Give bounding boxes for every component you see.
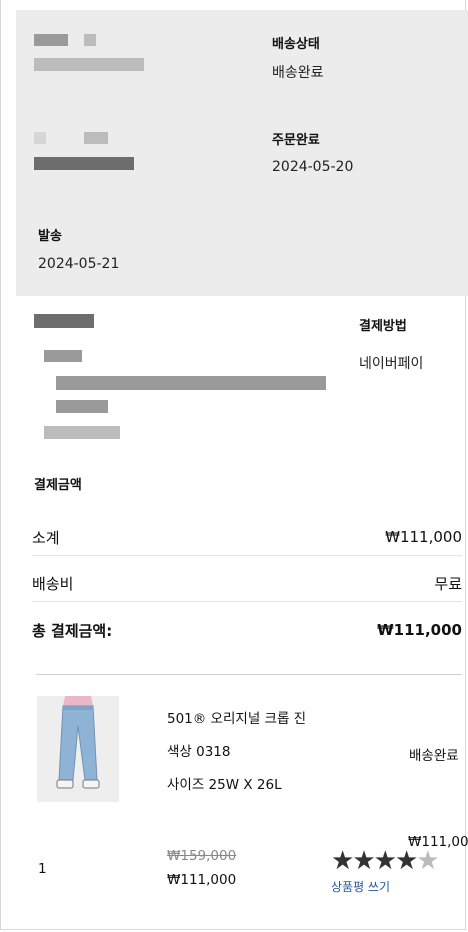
original-price: ₩159,000 <box>167 848 237 864</box>
sale-price: ₩111,000 <box>167 872 237 888</box>
subtotal-row: 소계 ₩111,000 <box>32 514 462 560</box>
shipping-fee-value: 무료 <box>434 574 462 593</box>
payment-method-value: 네이버페이 <box>359 356 424 372</box>
redacted-text <box>34 314 94 328</box>
star-icon: ★ <box>331 846 354 876</box>
half-star-icon: ★ <box>416 846 439 876</box>
redacted-text <box>56 400 108 413</box>
total-value: ₩111,000 <box>377 621 462 639</box>
section-divider <box>36 674 462 675</box>
dispatch-label: 발송 <box>38 229 62 244</box>
redacted-text <box>34 132 46 144</box>
redacted-text <box>34 157 134 170</box>
product-image[interactable] <box>37 696 119 802</box>
shipping-status-label: 배송상태 <box>272 37 320 52</box>
order-complete-date: 2024-05-20 <box>272 159 354 175</box>
total-row: 총 결제금액: ₩111,000 <box>32 607 462 653</box>
star-icon: ★ <box>373 846 397 876</box>
write-review-link[interactable]: 상품평 쓰기 <box>331 878 390 895</box>
product-quantity: 1 <box>38 861 47 877</box>
total-label: 총 결제금액: <box>32 621 113 640</box>
redacted-text <box>84 132 108 144</box>
product-status: 배송완료 <box>409 748 459 764</box>
order-status-panel <box>16 10 468 296</box>
redacted-text <box>56 376 326 390</box>
payment-amount-title: 결제금액 <box>34 478 82 493</box>
shipping-status-value: 배송완료 <box>272 65 324 81</box>
redacted-text <box>34 34 68 46</box>
divider <box>32 601 462 602</box>
subtotal-label: 소계 <box>32 528 60 547</box>
rating-stars[interactable]: ★★★★★ <box>331 846 440 876</box>
payment-method-label: 결제방법 <box>359 319 407 334</box>
redacted-text <box>34 58 144 71</box>
redacted-text <box>44 350 82 362</box>
product-size: 사이즈 25W X 26L <box>167 777 282 793</box>
jeans-icon <box>37 696 119 802</box>
star-icon: ★ <box>352 846 375 876</box>
shipping-fee-label: 배송비 <box>32 574 74 593</box>
redacted-text <box>84 34 96 46</box>
redacted-text <box>44 426 120 439</box>
product-color: 색상 0318 <box>167 744 231 760</box>
product-name[interactable]: 501® 오리지널 크롭 진 <box>167 707 306 727</box>
shipping-fee-row: 배송비 무료 <box>32 560 462 606</box>
order-complete-label: 주문완료 <box>272 133 320 148</box>
divider <box>32 555 462 556</box>
dispatch-date: 2024-05-21 <box>38 256 120 272</box>
subtotal-value: ₩111,000 <box>385 528 462 546</box>
star-icon: ★ <box>394 846 418 876</box>
